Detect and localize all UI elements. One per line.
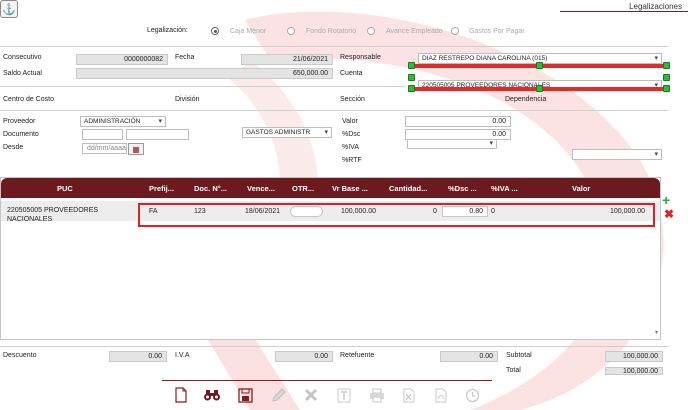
col-otr[interactable]: OTR... [292,184,314,193]
dependencia-label: Dependencia [505,96,547,103]
radio-gastos-por-pagar[interactable] [451,27,459,35]
valor-field[interactable]: 0.00 [405,116,511,127]
cuenta-label: Cuenta [340,70,363,77]
col-vence[interactable]: Vence... [247,184,275,193]
divider [0,86,405,87]
radio-fondo-rotatorio-label: Fondo Rotatorio [306,28,357,35]
export-excel-icon[interactable] [400,386,418,404]
fecha-label: Fecha [175,54,195,61]
retefuente-label: Retefuente [340,352,375,359]
cell-puc-cont: NACIONALES [7,216,53,223]
add-row-icon[interactable]: + [662,193,670,207]
history-icon[interactable] [463,386,481,404]
saldo-actual-label: Saldo Actual [3,70,42,77]
search-binoculars-icon[interactable] [203,386,221,404]
divider [0,346,668,347]
save-icon[interactable] [236,386,254,404]
documento-prefix-input[interactable] [82,129,123,140]
scroll-down-icon[interactable]: ▾ [655,329,658,336]
radio-avance-empleado[interactable] [367,27,375,35]
desde-label: Desde [3,144,24,151]
toolbar-divider [162,380,492,381]
export-pdf-icon[interactable] [432,386,450,404]
resize-handle[interactable] [408,85,415,92]
dsc-field[interactable]: 0.00 [405,129,511,140]
resize-handle[interactable] [663,85,670,92]
iva-label: %IVA [342,144,359,151]
resize-handle[interactable] [663,62,670,69]
resize-handle[interactable] [536,85,543,92]
centro-costo-label: Centro de Costo [3,96,54,103]
resize-handle[interactable] [408,62,415,69]
delete-icon[interactable] [302,386,320,404]
col-valor[interactable]: Valor [572,184,590,193]
subtotal-label: Subtotal [506,352,532,359]
descuento-field[interactable]: 0.00 [109,351,167,362]
col-dsc[interactable]: %Dsc ... [448,184,477,193]
col-doc[interactable]: Doc. N°... [194,184,227,193]
division-select[interactable]: GASTOS ADMINISTR [242,127,332,138]
grid-header: PUC Prefij... Doc. N°... Vence... OTR...… [1,178,660,198]
documento-label: Documento [3,131,39,138]
delete-row-icon[interactable]: ✖ [664,208,674,220]
edit-icon[interactable] [269,386,287,404]
col-prefijo[interactable]: Prefij... [149,184,174,193]
anchor-icon[interactable]: ⚓ [0,0,18,18]
calendar-icon[interactable]: ▦ [128,143,144,155]
dependencia-select[interactable] [572,149,662,160]
total-field[interactable]: 100,000.00 [605,367,663,375]
proveedor-label: Proveedor [3,118,36,125]
resize-handle[interactable] [536,62,543,69]
cell-puc: 220505005 PROVEEDORES [7,207,99,214]
radio-caja-menor-label: Caja Menor [230,28,267,35]
radio-fondo-rotatorio[interactable] [287,27,295,35]
divider [0,46,668,47]
print-icon[interactable] [368,386,386,404]
fecha-field[interactable]: 21/06/2021 [241,54,333,65]
new-document-icon[interactable] [172,386,190,404]
retefuente-field[interactable]: 0.00 [440,351,498,362]
desde-date-input[interactable]: dd/mm/aaaa [82,143,127,154]
responsable-label: Responsable [340,54,381,61]
dsc-label: %Dsc [342,131,361,138]
seccion-label: Sección [340,96,365,103]
col-cantidad[interactable]: Cantidad... [389,184,427,193]
centro-costo-select[interactable]: ADMINISTRACIÓN [80,116,166,127]
documento-number-input[interactable] [126,129,189,140]
resize-handle[interactable] [663,74,670,81]
subtotal-field[interactable]: 100,000.00 [605,351,663,362]
radio-avance-empleado-label: Avance Empleado [386,28,443,35]
resize-handle[interactable] [408,74,415,81]
consecutivo-field[interactable]: 0000000082 [76,54,168,65]
rtf-label: %RTF [342,157,362,164]
detail-grid: PUC Prefij... Doc. N°... Vence... OTR...… [0,177,661,340]
divider [0,110,668,111]
consecutivo-label: Consecutivo [3,54,42,61]
division-label: División [175,96,200,103]
col-puc[interactable]: PUC [57,184,73,193]
descuento-label: Descuento [3,352,37,359]
row-highlight-box [138,203,655,227]
saldo-actual-field[interactable]: 650,000.00 [76,68,333,79]
legalizacion-label: Legalización: [147,27,188,34]
col-iva[interactable]: %IVA ... [491,184,518,193]
iva-total-field[interactable]: 0.00 [275,351,333,362]
total-label: Total [506,367,521,374]
radio-caja-menor[interactable] [211,27,219,35]
text-icon[interactable] [335,386,353,404]
col-vr-base[interactable]: Vr Base ... [332,184,368,193]
iva-total-label: I.V.A [175,352,190,359]
valor-label: Valor [342,118,358,125]
radio-gastos-por-pagar-label: Gastos Por Pagar [469,28,525,35]
window-title: Legalizaciones [560,2,688,12]
